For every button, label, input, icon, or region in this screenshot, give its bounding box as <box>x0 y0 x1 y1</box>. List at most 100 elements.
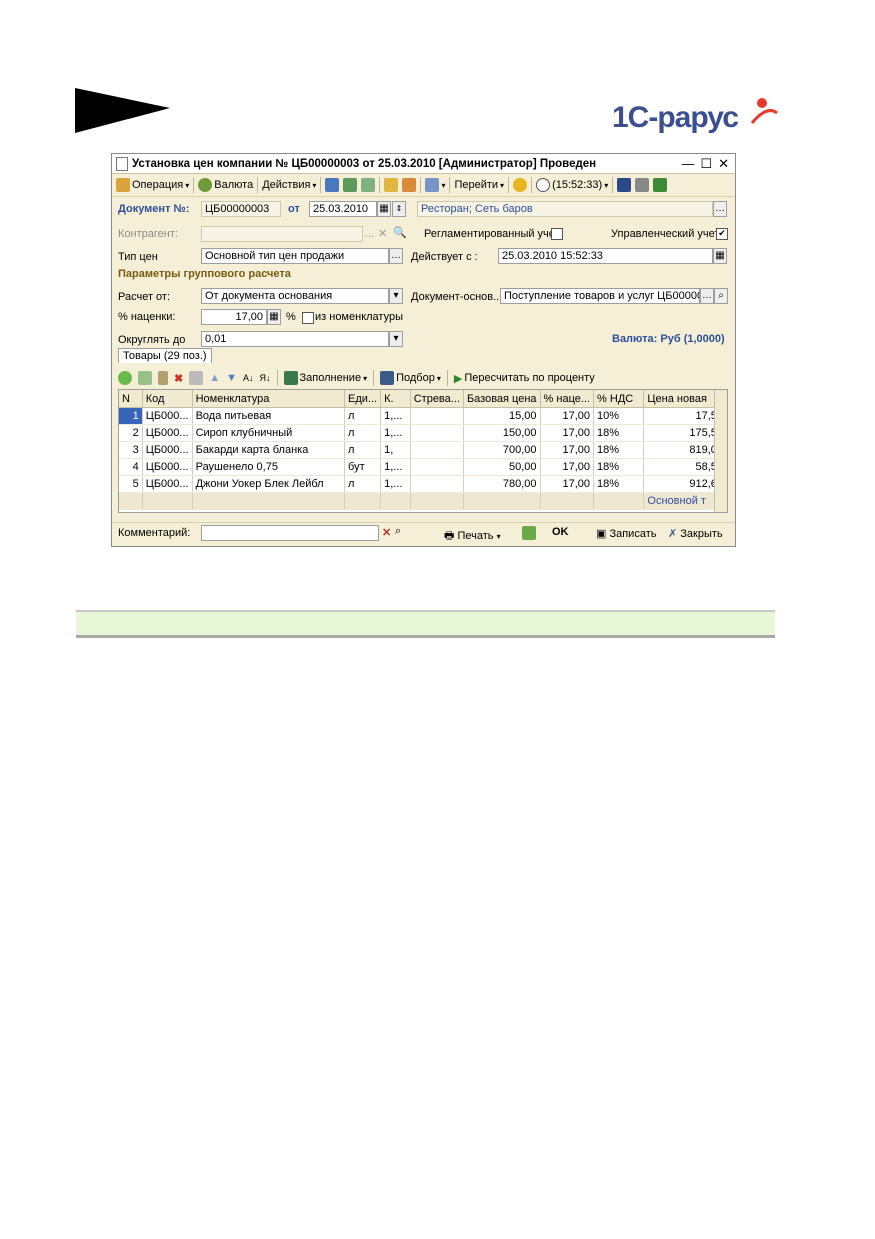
move-down-icon[interactable]: ▼ <box>226 372 237 384</box>
cell[interactable]: л <box>344 475 382 493</box>
table-row[interactable]: 1 ЦБ000... Вода питьевая л 1,... 15,00 1… <box>119 407 727 425</box>
cell[interactable]: 17,00 <box>540 407 595 425</box>
cell[interactable]: 1,... <box>380 475 411 493</box>
create-based-button[interactable]: ▾ <box>425 178 445 192</box>
delete-row-icon[interactable]: ✖ <box>174 372 183 385</box>
cell[interactable]: Сироп клубничный <box>192 424 346 442</box>
cell[interactable]: бут <box>344 458 382 476</box>
cell[interactable]: 1, <box>380 441 411 459</box>
round-dropdown-icon[interactable]: ▾ <box>389 331 403 347</box>
col-header[interactable]: К. <box>380 390 411 408</box>
cell[interactable]: 18% <box>593 458 645 476</box>
cell[interactable]: Джони Уокер Блек Лейбл <box>192 475 346 493</box>
cell[interactable]: 150,00 <box>463 424 541 442</box>
table-row[interactable]: 4 ЦБ000... Раушенело 0,75 бут 1,... 50,0… <box>119 458 727 476</box>
table-row[interactable]: 2 ЦБ000... Сироп клубничный л 1,... 150,… <box>119 424 727 442</box>
sort-asc-icon[interactable]: A↓ <box>243 373 254 383</box>
round-select[interactable]: 0,01 <box>201 331 389 347</box>
post-and-close-icon[interactable] <box>522 526 536 540</box>
help-icon[interactable] <box>513 178 528 192</box>
date-spinner[interactable]: ⇕ <box>392 201 406 217</box>
cell[interactable]: 1,... <box>380 407 411 425</box>
calendar-icon[interactable]: ▦ <box>377 201 391 217</box>
table-scrollbar[interactable] <box>714 390 727 512</box>
cell[interactable]: 18% <box>593 475 645 493</box>
import-icon[interactable] <box>384 178 399 192</box>
fill-button[interactable]: Заполнение ▾ <box>283 371 367 385</box>
markup-field[interactable]: 17,00 <box>201 309 267 325</box>
price-type-field[interactable]: Основной тип цен продажи <box>201 248 389 264</box>
maximize-icon[interactable]: ☐ <box>700 156 712 172</box>
col-header[interactable]: Код <box>142 390 193 408</box>
cell[interactable]: 15,00 <box>463 407 541 425</box>
refresh-icon[interactable] <box>343 178 358 192</box>
recalc-button[interactable]: ▶ Пересчитать по проценту <box>454 372 595 385</box>
contractor-field[interactable] <box>201 226 363 242</box>
doc-number-field[interactable]: ЦБ00000003 <box>201 201 281 217</box>
cell[interactable]: л <box>344 407 382 425</box>
cell[interactable]: 17,00 <box>540 475 595 493</box>
list-icon[interactable] <box>635 178 650 192</box>
cell[interactable]: Раушенело 0,75 <box>192 458 346 476</box>
cell[interactable]: 5 <box>119 475 143 493</box>
cell[interactable]: ЦБ000... <box>142 441 193 459</box>
edit-row-icon[interactable] <box>158 371 168 385</box>
col-header[interactable]: Базовая цена <box>463 390 541 408</box>
contractor-select-icon[interactable]: … ✕ <box>364 227 387 240</box>
end-edit-icon[interactable] <box>189 371 204 385</box>
price-type-select-button[interactable]: … <box>389 248 403 264</box>
cell[interactable]: 17,00 <box>540 441 595 459</box>
minimize-icon[interactable]: — <box>681 156 694 172</box>
calc-from-dropdown-icon[interactable]: ▾ <box>389 288 403 304</box>
cell[interactable]: л <box>344 424 382 442</box>
valid-from-field[interactable]: 25.03.2010 15:52:33 <box>498 248 713 264</box>
cell[interactable]: 700,00 <box>463 441 541 459</box>
close-button[interactable]: ✗ Закрыть <box>668 527 723 540</box>
sort-desc-icon[interactable]: Я↓ <box>260 373 271 383</box>
col-header[interactable]: Стрева... <box>410 390 464 408</box>
cell[interactable]: ЦБ000... <box>142 407 193 425</box>
cell[interactable]: 1,... <box>380 424 411 442</box>
base-doc-field[interactable]: Поступление товаров и услуг ЦБ0000001 <box>500 288 700 304</box>
copy-row-icon[interactable] <box>138 371 152 385</box>
structure-icon[interactable] <box>617 178 632 192</box>
from-nomenclature-checkbox[interactable] <box>302 312 314 324</box>
actions-button[interactable]: Действия ▾ <box>262 179 316 191</box>
cell[interactable]: ЦБ000... <box>142 475 193 493</box>
org-select-button[interactable]: … <box>713 201 727 217</box>
post-icon[interactable] <box>325 178 340 192</box>
move-up-icon[interactable]: ▲ <box>209 372 220 384</box>
cell[interactable]: ЦБ000... <box>142 424 193 442</box>
base-doc-search-icon[interactable]: ⌕ <box>714 288 728 304</box>
cell[interactable]: 18% <box>593 424 645 442</box>
cell[interactable]: 17,00 <box>540 424 595 442</box>
report-icon[interactable] <box>653 178 668 192</box>
calculator-icon[interactable]: ▦ <box>267 309 281 325</box>
cell[interactable]: 1,... <box>380 458 411 476</box>
cell[interactable]: 1 <box>119 407 143 425</box>
export-icon[interactable] <box>402 178 417 192</box>
date-field[interactable]: 25.03.2010 <box>309 201 377 217</box>
currency-button[interactable]: Валюта <box>198 178 253 192</box>
cell[interactable]: 4 <box>119 458 143 476</box>
copy-icon[interactable] <box>361 178 376 192</box>
col-header[interactable]: N <box>119 390 143 408</box>
time-button[interactable]: (15:52:33) ▾ <box>536 178 608 192</box>
cell[interactable]: 50,00 <box>463 458 541 476</box>
cell[interactable]: 2 <box>119 424 143 442</box>
table-row[interactable]: 3 ЦБ000... Бакарди карта бланка л 1, 700… <box>119 441 727 459</box>
cell[interactable]: 18% <box>593 441 645 459</box>
cell[interactable]: 10% <box>593 407 645 425</box>
cell[interactable]: 17,00 <box>540 458 595 476</box>
ok-button[interactable]: OK <box>552 526 569 538</box>
cell[interactable]: Бакарди карта бланка <box>192 441 346 459</box>
goto-button[interactable]: Перейти ▾ <box>454 179 504 191</box>
add-row-icon[interactable] <box>118 371 132 385</box>
col-header[interactable]: Номенклатура <box>192 390 346 408</box>
col-header[interactable]: % наце... <box>540 390 595 408</box>
cell[interactable]: л <box>344 441 382 459</box>
col-header[interactable]: % НДС <box>593 390 645 408</box>
table-row[interactable]: 5 ЦБ000... Джони Уокер Блек Лейбл л 1,..… <box>119 475 727 493</box>
reg-accounting-checkbox[interactable] <box>551 228 563 240</box>
valid-from-calendar-icon[interactable]: ▦ <box>713 248 727 264</box>
